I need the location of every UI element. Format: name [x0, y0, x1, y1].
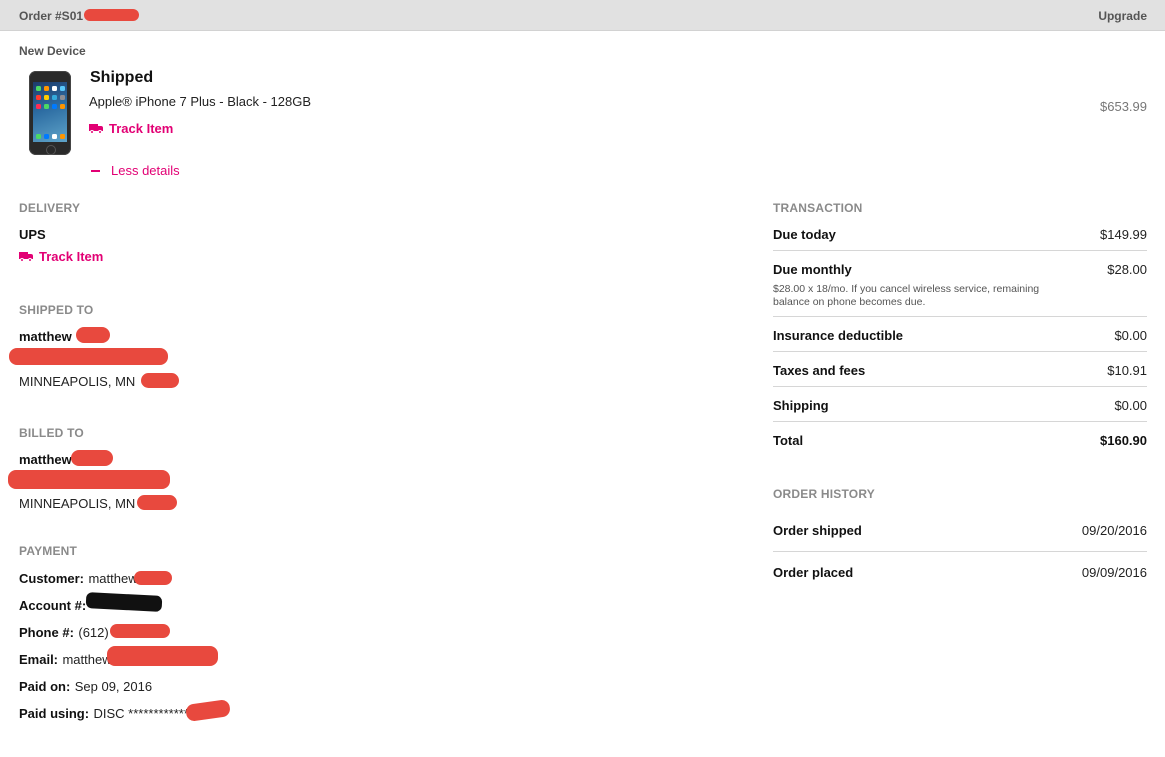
order-number: Order #S01 — [19, 9, 84, 23]
transaction-row-label: Due today — [773, 227, 836, 242]
delivery-carrier: UPS — [19, 227, 46, 242]
shipped-to-city: MINNEAPOLIS, MN — [19, 374, 136, 389]
device-price: $653.99 — [1100, 99, 1147, 114]
redaction-mark — [137, 495, 177, 510]
order-history-row-shipped: Order shipped 09/20/2016 — [773, 523, 1147, 539]
payment-row-key: Paid on: — [19, 679, 71, 694]
truck-icon — [89, 124, 103, 134]
transaction-total-value: $160.90 — [1100, 433, 1147, 448]
order-history-row-label: Order shipped — [773, 523, 862, 538]
shipment-status: Shipped — [90, 69, 154, 86]
payment-row-value: matthew — [62, 652, 112, 667]
phone-image — [29, 71, 71, 155]
divider — [773, 250, 1147, 251]
order-history-row-date: 09/20/2016 — [1081, 523, 1147, 538]
payment-paid-using-row: Paid using: DISC ************ — [19, 705, 189, 723]
payment-row-value: Sep 09, 2016 — [74, 679, 153, 694]
due-monthly-note: $28.00 x 18/mo. If you cancel wireless s… — [773, 283, 1040, 308]
order-history-row-date: 09/09/2016 — [1081, 565, 1147, 580]
transaction-row-value: $28.00 — [1107, 262, 1147, 277]
product-name: Apple® iPhone 7 Plus - Black - 128GB — [89, 94, 312, 109]
payment-row-key: Email: — [19, 652, 59, 667]
billed-to-section-label: BILLED TO — [19, 426, 84, 440]
transaction-row-total: Total $160.90 — [773, 433, 1147, 449]
redaction-mark — [185, 699, 231, 722]
payment-row-value: (612) — [78, 625, 109, 640]
transaction-row-taxes: Taxes and fees $10.91 — [773, 363, 1147, 379]
payment-account-row: Account #: — [19, 597, 86, 615]
redaction-mark — [9, 348, 168, 365]
billed-to-city: MINNEAPOLIS, MN — [19, 496, 136, 511]
upgrade-label: Upgrade — [1098, 9, 1147, 23]
transaction-row-value: $0.00 — [1114, 328, 1147, 343]
redaction-mark — [76, 327, 110, 343]
transaction-row-label: Taxes and fees — [773, 363, 866, 378]
transaction-row-value: $0.00 — [1114, 398, 1147, 413]
transaction-row-label: Shipping — [773, 398, 829, 413]
divider — [773, 421, 1147, 422]
payment-row-key: Customer: — [19, 571, 85, 586]
shipped-to-section-label: SHIPPED TO — [19, 303, 94, 317]
transaction-row-label: Total — [773, 433, 804, 448]
track-item-link[interactable]: Track Item — [89, 121, 173, 136]
payment-paid-on-row: Paid on: Sep 09, 2016 — [19, 678, 152, 696]
transaction-row-due-today: Due today $149.99 — [773, 227, 1147, 243]
redaction-mark — [85, 592, 163, 612]
payment-row-value: matthew — [88, 571, 138, 586]
order-history-row-label: Order placed — [773, 565, 854, 580]
redaction-mark — [134, 571, 172, 585]
order-history-section-label: ORDER HISTORY — [773, 487, 875, 501]
truck-icon — [19, 252, 33, 262]
payment-row-key: Paid using: — [19, 706, 90, 721]
new-device-label: New Device — [19, 44, 86, 58]
transaction-row-shipping: Shipping $0.00 — [773, 398, 1147, 414]
divider — [773, 386, 1147, 387]
delivery-section-label: DELIVERY — [19, 201, 81, 215]
redaction-mark — [107, 646, 218, 666]
delivery-track-item-link[interactable]: Track Item — [19, 249, 103, 264]
shipped-to-name: matthew — [19, 329, 72, 344]
redaction-mark — [141, 373, 179, 388]
payment-section-label: PAYMENT — [19, 544, 78, 558]
order-header-bar: Order #S01 Upgrade — [0, 0, 1165, 31]
transaction-row-label: Due monthly — [773, 262, 852, 277]
less-details-label: Less details — [111, 163, 180, 178]
divider — [773, 316, 1147, 317]
payment-phone-row: Phone #: (612) — [19, 624, 109, 642]
redaction-mark — [71, 450, 113, 466]
less-details-link[interactable]: Less details — [91, 163, 180, 178]
transaction-section-label: TRANSACTION — [773, 201, 863, 215]
divider — [773, 351, 1147, 352]
redaction-mark — [84, 9, 139, 21]
transaction-row-value: $10.91 — [1107, 363, 1147, 378]
minus-icon — [91, 170, 100, 172]
order-history-row-placed: Order placed 09/09/2016 — [773, 565, 1147, 581]
transaction-row-label: Insurance deductible — [773, 328, 904, 343]
transaction-row-insurance: Insurance deductible $0.00 — [773, 328, 1147, 344]
transaction-row-value: $149.99 — [1100, 227, 1147, 242]
redaction-mark — [8, 470, 170, 489]
payment-customer-row: Customer: matthew — [19, 570, 138, 588]
payment-row-key: Account #: — [19, 598, 87, 613]
track-item-label: Track Item — [109, 121, 174, 136]
payment-row-key: Phone #: — [19, 625, 74, 640]
redaction-mark — [110, 624, 170, 638]
payment-row-value: DISC ************ — [93, 706, 189, 721]
payment-email-row: Email: matthew — [19, 651, 112, 669]
delivery-track-item-label: Track Item — [39, 249, 104, 264]
billed-to-name: matthew — [19, 452, 72, 467]
divider — [773, 551, 1147, 552]
transaction-row-due-monthly: Due monthly $28.00 $28.00 x 18/mo. If yo… — [773, 262, 1147, 312]
